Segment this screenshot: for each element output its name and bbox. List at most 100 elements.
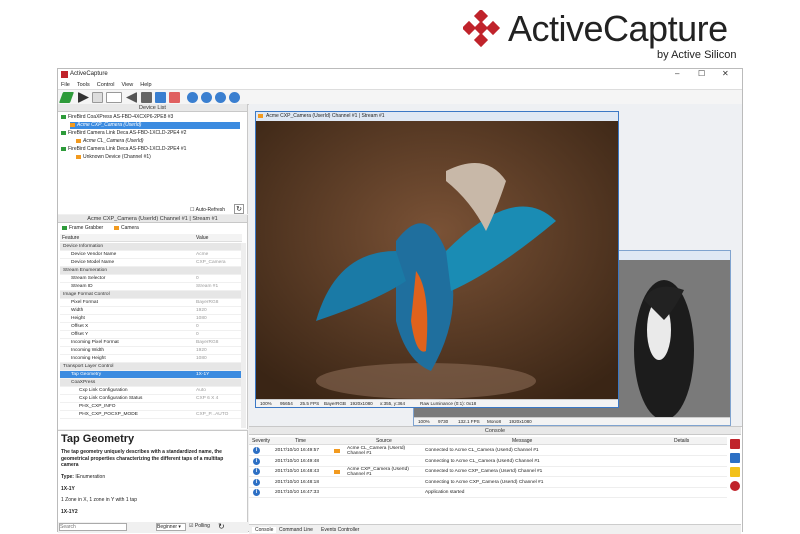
search-input[interactable] [59, 523, 127, 531]
property-value: Stream #1 [196, 284, 219, 289]
main-status-bar: 100% 95654 25.5 FPS BayerRGB 1920x1080 x… [256, 399, 618, 407]
warning-filter-icon[interactable] [730, 467, 740, 477]
property-name: Device Model Name [71, 260, 115, 265]
property-row[interactable]: Stream ID Stream #1 [60, 283, 242, 291]
histogram-icon[interactable] [169, 92, 180, 103]
menu-help[interactable]: Help [137, 81, 155, 88]
console-row[interactable]: i 2017/10/10 16:49:57 Acme CL_Camera (User… [249, 446, 727, 456]
property-row[interactable]: Offset X 0 [60, 323, 242, 331]
tab-events-controller[interactable]: Events Controller [321, 527, 359, 533]
device-list-title: Device List [58, 104, 247, 112]
zoom-fit-icon[interactable] [229, 92, 240, 103]
grabber-icon [61, 114, 66, 119]
menu-control[interactable]: Control [94, 81, 119, 88]
zoom-1to1-icon[interactable] [215, 92, 226, 103]
property-row[interactable]: Device Model Name CXP_Camera [60, 259, 242, 267]
device-item-selected[interactable]: Acme CXP_Camera (UserId) [70, 122, 240, 129]
auto-refresh-checkbox[interactable]: ☐ Auto-Refresh [190, 207, 225, 213]
camera-icon [334, 449, 340, 453]
property-category[interactable]: Image Format Control [60, 291, 242, 299]
console-header: Severity Time Source Message Details [249, 437, 727, 445]
refresh-icon[interactable]: ↻ [218, 522, 225, 531]
app-window: ActiveCapture – ☐ ✕ File Tools Control View… [57, 68, 743, 534]
console-panel: Console Severity Time Source Message Det… [249, 426, 742, 534]
zoom-in-icon[interactable] [187, 92, 198, 103]
device-item[interactable]: Unknown Device (Channel #1) [76, 154, 151, 161]
property-row[interactable]: Incoming Pixel Format BayerRG8 [60, 339, 242, 347]
console-tabs: Console Command Line Events Controller [249, 524, 741, 534]
help-description: The tap geometry uniquely describes with… [61, 449, 224, 468]
log-source: Acme CXP_Camera (UserId) Channel #1 [347, 467, 409, 477]
console-row[interactable]: i 2017/10/10 16:48:43 Acme CXP_Camera (Use… [249, 467, 727, 477]
level-select[interactable]: Beginner ▾ [156, 523, 186, 531]
tab-command-line[interactable]: Command Line [279, 527, 313, 533]
console-row[interactable]: i 2017/10/10 16:48:18 Connecting to Acme C… [249, 478, 727, 488]
properties-panel: Acme CXP_Camera (UserId) Channel #1 | St… [58, 215, 248, 429]
property-row[interactable]: Stream Selector 0 [60, 275, 242, 283]
property-row[interactable]: Offset Y 0 [60, 331, 242, 339]
property-category[interactable]: Transport Layer Control [60, 363, 242, 371]
menu-tools[interactable]: Tools [74, 81, 94, 88]
tab-console[interactable]: Console [252, 527, 277, 533]
step-back-icon[interactable] [126, 92, 137, 103]
tab-camera[interactable]: Camera [114, 225, 139, 231]
brand-subtitle: by Active Silicon [657, 49, 737, 61]
refresh-icon[interactable]: ↻ [234, 204, 244, 214]
property-row[interactable]: Incoming Height 1080 [60, 355, 242, 363]
property-row[interactable]: PHX_CXP_POCXP_MODE CXP_P...AUTO [60, 411, 242, 419]
clear-log-icon[interactable] [730, 439, 740, 449]
play-icon[interactable] [78, 92, 89, 103]
polling-checkbox[interactable]: ☑ Polling [189, 523, 210, 529]
main-window-header: Acme CXP_Camera (UserId) Channel #1 | St… [256, 112, 618, 121]
device-item[interactable]: FireBird CoaXPress AS-FBD-4XCXP6-2PE8 #3 [61, 114, 173, 121]
property-name: Stream Selector [71, 276, 106, 281]
image-view-icon[interactable] [155, 92, 166, 103]
connect-icon[interactable] [58, 92, 75, 103]
menu-view[interactable]: View [118, 81, 137, 88]
property-category[interactable]: Stream Enumeration [60, 267, 242, 275]
property-value: 0 [196, 324, 199, 329]
property-row[interactable]: Incoming Width 1920 [60, 347, 242, 355]
minimize-button[interactable]: – [675, 69, 679, 78]
property-row[interactable]: PHX_CXP_INFO [60, 403, 242, 411]
log-message: Connecting to Acme CL_Camera (UserId) Ch… [425, 458, 540, 464]
tab-frame-grabber[interactable]: Frame Grabber [62, 225, 103, 231]
console-row[interactable]: i 2017/10/10 16:47:33 Application started [249, 488, 727, 498]
search-bar: Beginner ▾ ☑ Polling ↻ [58, 522, 248, 533]
zoom-out-icon[interactable] [201, 92, 212, 103]
property-row[interactable]: Width 1920 [60, 307, 242, 315]
device-item[interactable]: FireBird Camera Link Deca AS-FBD-1XCLD-2… [61, 146, 186, 153]
properties-header: Feature Value [60, 234, 242, 242]
property-name: Height [71, 316, 85, 321]
record-icon[interactable] [141, 92, 152, 103]
secondary-status-bar: 100% 9730 132.1 FPS Mono8 1920x1080 [414, 417, 730, 425]
properties-scrollbar[interactable] [241, 243, 246, 428]
device-item[interactable]: Acme CL_Camera (UserId) [76, 138, 144, 145]
property-name: Image Format Control [63, 292, 110, 297]
property-row[interactable]: Tap Geometry 1X-1Y [60, 371, 242, 379]
property-row[interactable]: Height 1080 [60, 315, 242, 323]
help-title: Tap Geometry [61, 433, 135, 445]
property-name: Incoming Pixel Format [71, 340, 119, 345]
property-value: Acme [196, 252, 209, 257]
property-row[interactable]: Device Vendor Name Acme [60, 251, 242, 259]
property-row[interactable]: Pixel Format BayerRG8 [60, 299, 242, 307]
close-button[interactable]: ✕ [722, 69, 729, 78]
property-name: Width [71, 308, 84, 313]
property-category[interactable]: Device Information [60, 243, 242, 251]
property-value: 1920 [196, 348, 207, 353]
menu-file[interactable]: File [58, 81, 74, 88]
property-name: Stream ID [71, 284, 93, 289]
error-filter-icon[interactable] [730, 481, 740, 491]
info-filter-icon[interactable] [730, 453, 740, 463]
stop-icon[interactable] [92, 92, 103, 103]
property-row[interactable]: Cxp Link Configuration Auto [60, 387, 242, 395]
property-row[interactable]: Cxp Link Configuration Status CXP 6 X 4 [60, 395, 242, 403]
frame-count-field[interactable] [106, 92, 122, 103]
console-row[interactable]: i 2017/10/10 16:49:48 Connecting to Acme C… [249, 457, 727, 467]
main-image-window[interactable]: Acme CXP_Camera (UserId) Channel #1 | St… [255, 111, 619, 408]
device-item[interactable]: FireBird Camera Link Deca AS-FBD-1XCLD-2… [61, 130, 186, 137]
property-category[interactable]: CoaXPress [60, 379, 242, 387]
maximize-button[interactable]: ☐ [698, 69, 705, 78]
log-message: Connected to Acme CXP_Camera (UserId) Ch… [425, 469, 543, 474]
